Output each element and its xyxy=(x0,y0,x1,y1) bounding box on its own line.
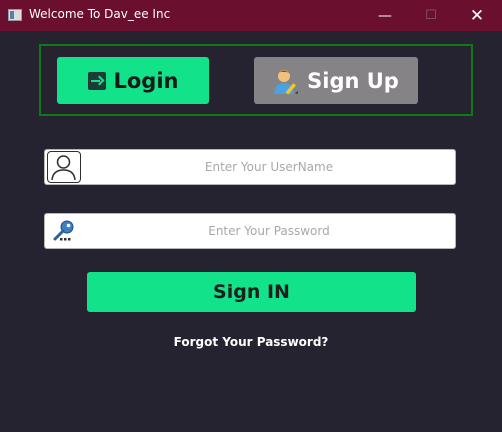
password-input[interactable] xyxy=(85,214,453,248)
username-input[interactable] xyxy=(85,150,453,184)
minimize-button[interactable]: — xyxy=(362,0,408,31)
login-tab-label: Login xyxy=(113,68,179,93)
user-silhouette-icon xyxy=(47,151,81,183)
username-field xyxy=(44,149,456,185)
sign-in-button[interactable]: Sign IN xyxy=(87,272,416,312)
forgot-password-link[interactable]: Forgot Your Password? xyxy=(0,335,502,349)
login-arrow-icon xyxy=(87,71,106,90)
signup-tab-label: Sign Up xyxy=(307,68,399,93)
key-icon xyxy=(53,220,74,241)
password-field xyxy=(44,213,456,249)
signup-tab-button[interactable]: Sign Up xyxy=(254,57,418,104)
login-tab-button[interactable]: Login xyxy=(57,57,209,104)
title-bar: Welcome To Dav_ee Inc — ☐ ✕ xyxy=(0,0,502,31)
app-window-icon xyxy=(8,9,22,21)
window-title: Welcome To Dav_ee Inc xyxy=(29,7,171,21)
close-button[interactable]: ✕ xyxy=(454,0,500,31)
user-edit-icon xyxy=(274,69,299,95)
maximize-button[interactable]: ☐ xyxy=(408,0,454,31)
